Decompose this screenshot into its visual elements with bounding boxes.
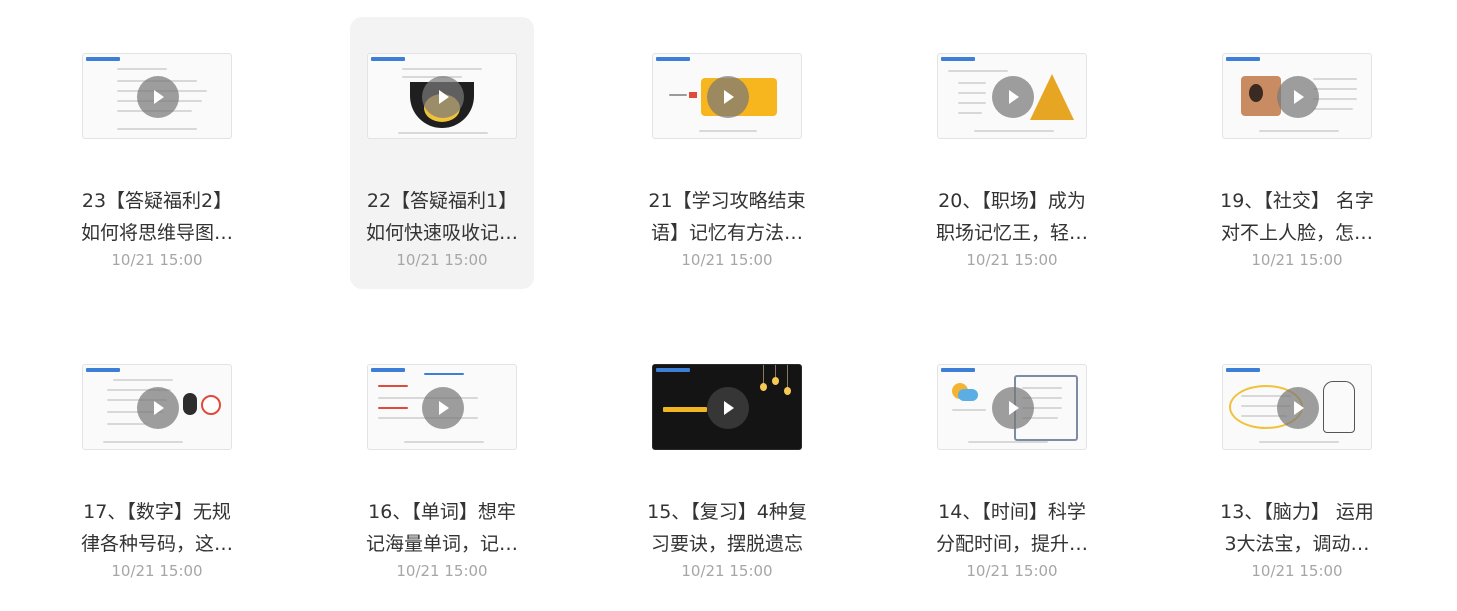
video-title[interactable]: 15、【复习】4种复习要诀，摆脱遗忘 bbox=[647, 496, 807, 560]
slide-tag bbox=[656, 368, 690, 372]
play-icon[interactable] bbox=[137, 76, 179, 118]
play-icon[interactable] bbox=[992, 76, 1034, 118]
video-title[interactable]: 13、【脑力】 运用3大法宝，调动大脑 bbox=[1217, 496, 1377, 560]
slide-tag bbox=[656, 57, 690, 61]
video-time: 10/21 15:00 bbox=[1251, 562, 1343, 580]
video-card[interactable]: 17、【数字】无规律各种号码，这样记忆 10/21 15:00 bbox=[65, 328, 249, 600]
slide-tag bbox=[371, 368, 405, 372]
play-icon[interactable] bbox=[707, 387, 749, 429]
video-thumbnail[interactable] bbox=[1222, 364, 1372, 450]
video-title[interactable]: 19、【社交】 名字对不上人脸，怎么办 bbox=[1217, 185, 1377, 249]
play-icon[interactable] bbox=[1277, 387, 1319, 429]
video-time: 10/21 15:00 bbox=[966, 251, 1058, 269]
play-icon[interactable] bbox=[422, 387, 464, 429]
video-title[interactable]: 22【答疑福利1】如何快速吸收记忆内容 bbox=[362, 185, 522, 249]
video-time: 10/21 15:00 bbox=[396, 562, 488, 580]
slide-tag bbox=[371, 57, 405, 61]
video-card[interactable]: 16、【单词】想牢记海量单词，记忆有方法 10/21 15:00 bbox=[350, 328, 534, 600]
play-icon[interactable] bbox=[422, 76, 464, 118]
video-card[interactable]: 23【答疑福利2】如何将思维导图运用到学习中 10/21 15:00 bbox=[65, 17, 249, 289]
slide-tag bbox=[941, 57, 975, 61]
video-time: 10/21 15:00 bbox=[111, 562, 203, 580]
video-thumbnail[interactable] bbox=[652, 364, 802, 450]
video-title[interactable]: 16、【单词】想牢记海量单词，记忆有方法 bbox=[362, 496, 522, 560]
video-thumbnail[interactable] bbox=[937, 53, 1087, 139]
video-grid: 23【答疑福利2】如何将思维导图运用到学习中 10/21 15:00 22【答疑… bbox=[0, 0, 1457, 611]
video-time: 10/21 15:00 bbox=[681, 251, 773, 269]
video-title[interactable]: 21【学习攻略结束语】记忆有方法，学习更轻松 bbox=[647, 185, 807, 249]
video-time: 10/21 15:00 bbox=[1251, 251, 1343, 269]
slide-tag bbox=[1226, 57, 1260, 61]
play-icon[interactable] bbox=[1277, 76, 1319, 118]
slide-tag bbox=[1226, 368, 1260, 372]
play-icon[interactable] bbox=[992, 387, 1034, 429]
video-time: 10/21 15:00 bbox=[396, 251, 488, 269]
video-card[interactable]: 20、【职场】成为职场记忆王，轻松应对工作 10/21 15:00 bbox=[920, 17, 1104, 289]
slide-tag bbox=[86, 57, 120, 61]
video-time: 10/21 15:00 bbox=[111, 251, 203, 269]
video-card[interactable]: 15、【复习】4种复习要诀，摆脱遗忘 10/21 15:00 bbox=[635, 328, 819, 600]
video-thumbnail[interactable] bbox=[937, 364, 1087, 450]
video-card[interactable]: 13、【脑力】 运用3大法宝，调动大脑 10/21 15:00 bbox=[1205, 328, 1389, 600]
video-thumbnail[interactable] bbox=[367, 364, 517, 450]
video-card[interactable]: 21【学习攻略结束语】记忆有方法，学习更轻松 10/21 15:00 bbox=[635, 17, 819, 289]
video-card[interactable]: 22【答疑福利1】如何快速吸收记忆内容 10/21 15:00 bbox=[350, 17, 534, 289]
video-thumbnail[interactable] bbox=[82, 53, 232, 139]
video-thumbnail[interactable] bbox=[652, 53, 802, 139]
video-thumbnail[interactable] bbox=[1222, 53, 1372, 139]
video-title[interactable]: 14、【时间】科学分配时间，提升效率 bbox=[932, 496, 1092, 560]
play-icon[interactable] bbox=[707, 76, 749, 118]
video-card[interactable]: 19、【社交】 名字对不上人脸，怎么办 10/21 15:00 bbox=[1205, 17, 1389, 289]
video-thumbnail[interactable] bbox=[367, 53, 517, 139]
video-time: 10/21 15:00 bbox=[681, 562, 773, 580]
video-title[interactable]: 17、【数字】无规律各种号码，这样记忆 bbox=[77, 496, 237, 560]
slide-tag bbox=[941, 368, 975, 372]
video-title[interactable]: 23【答疑福利2】如何将思维导图运用到学习中 bbox=[77, 185, 237, 249]
video-title[interactable]: 20、【职场】成为职场记忆王，轻松应对工作 bbox=[932, 185, 1092, 249]
video-card[interactable]: 14、【时间】科学分配时间，提升效率 10/21 15:00 bbox=[920, 328, 1104, 600]
video-time: 10/21 15:00 bbox=[966, 562, 1058, 580]
video-thumbnail[interactable] bbox=[82, 364, 232, 450]
play-icon[interactable] bbox=[137, 387, 179, 429]
slide-tag bbox=[86, 368, 120, 372]
